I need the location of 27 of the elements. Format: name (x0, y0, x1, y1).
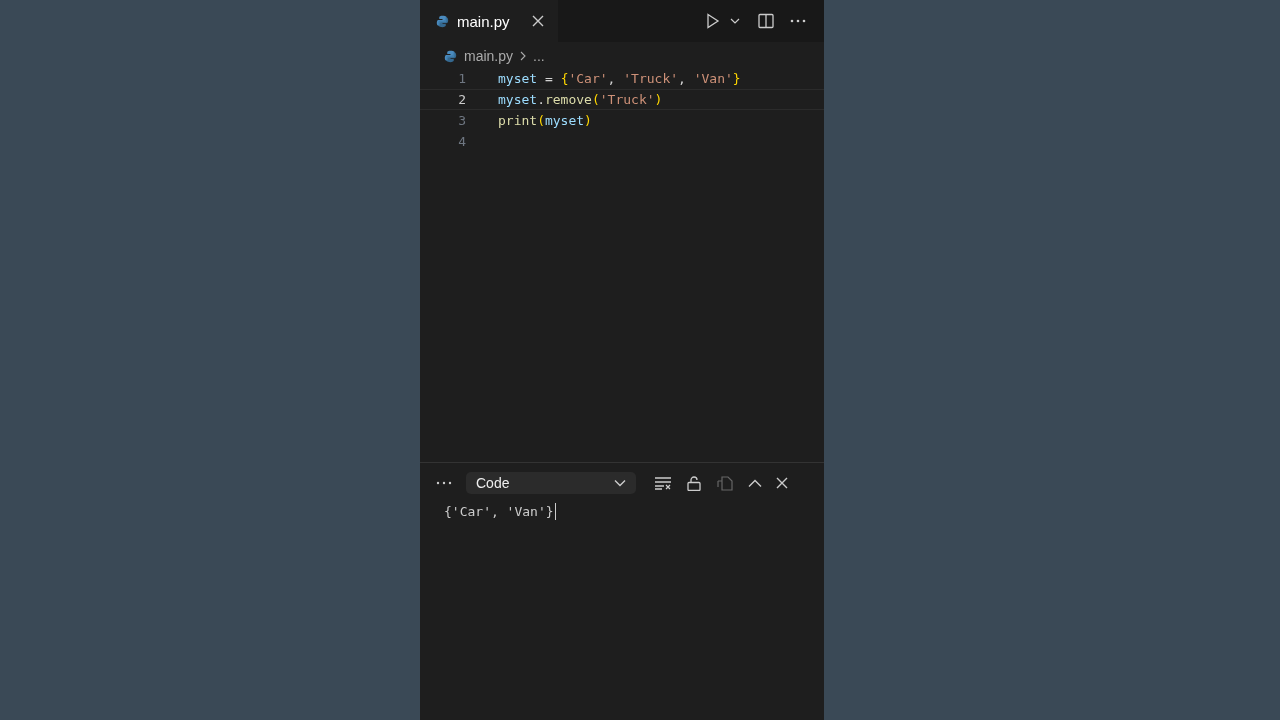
python-icon (444, 49, 457, 63)
file-tab[interactable]: main.py (420, 0, 558, 42)
unlock-icon[interactable] (686, 475, 702, 491)
python-icon (436, 14, 449, 28)
chevron-down-icon (614, 479, 626, 487)
line-number: 3 (457, 113, 467, 128)
close-icon[interactable] (776, 477, 788, 489)
chevron-down-icon[interactable] (730, 17, 740, 25)
chevron-up-icon[interactable] (748, 478, 762, 488)
line-number: 4 (457, 134, 467, 149)
breadcrumb-item[interactable]: ... (533, 48, 545, 64)
close-icon[interactable] (531, 15, 544, 27)
output-dropdown[interactable]: Code (466, 472, 636, 494)
code-line: print(myset) (498, 113, 592, 128)
output-text: {'Car', 'Van'} (444, 504, 554, 519)
breadcrumb-item[interactable]: main.py (464, 48, 514, 64)
more-icon[interactable] (790, 19, 806, 23)
more-icon[interactable] (436, 481, 452, 485)
chevron-right-icon (520, 51, 527, 61)
copy-icon (716, 475, 734, 491)
code-line: myset.remove('Truck') (498, 92, 663, 107)
run-icon[interactable] (706, 13, 720, 29)
line-number: 2 (457, 92, 467, 107)
line-number: 1 (457, 71, 467, 86)
clear-output-icon[interactable] (654, 476, 672, 490)
code-line: myset = {'Car', 'Truck', 'Van'} (498, 71, 741, 86)
split-editor-icon[interactable] (758, 13, 774, 29)
